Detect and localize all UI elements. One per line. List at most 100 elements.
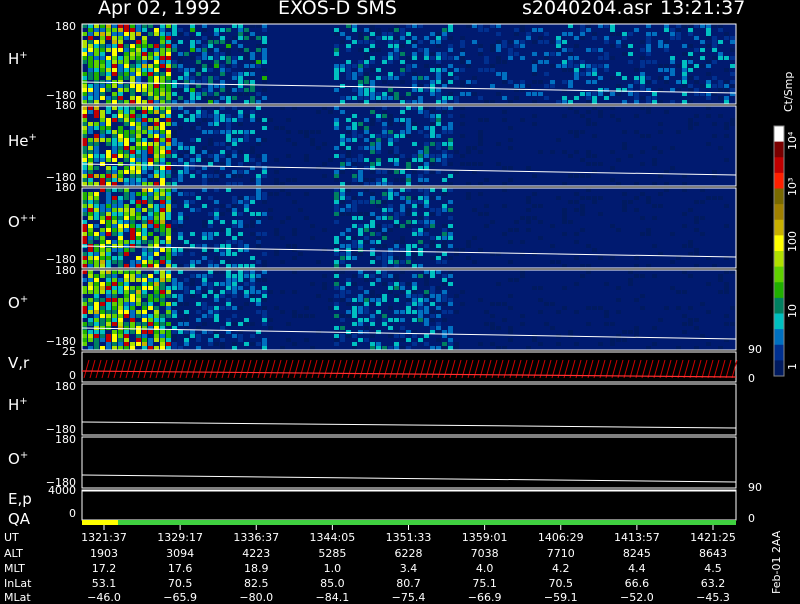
table-label-alt: ALT [4, 547, 23, 560]
rtick-ep-top: 90 [748, 481, 762, 494]
colorbar-segment [774, 251, 784, 268]
colorbar-segment [774, 297, 784, 314]
table-cell: 1.0 [323, 562, 342, 575]
table-cell: 4.5 [704, 562, 722, 575]
ytick-opp-top: 180 [55, 181, 76, 194]
table-cell: 17.6 [167, 562, 193, 575]
table-cell: −66.9 [467, 591, 502, 604]
colorbar-unit: Ct/Smp [782, 71, 795, 112]
panel-label-opp: O++ [8, 213, 37, 231]
colorbar-segment [774, 313, 784, 330]
colorbar-tick-100: 100 [786, 231, 799, 252]
rtick-vr-top: 90 [748, 343, 762, 356]
ytick-qa-bot: 0 [69, 507, 76, 520]
table-cell: 7710 [546, 547, 575, 560]
table-cell: −45.3 [696, 591, 730, 604]
side-version-text: Feb-01 2AA [770, 530, 783, 594]
table-cell: 4.2 [552, 562, 570, 575]
table-cell: 4223 [242, 547, 271, 560]
ytick-o-top: 180 [55, 264, 76, 277]
panel-label-qa: QA [8, 510, 31, 528]
table-cell: 1903 [90, 547, 118, 560]
colorbar-segment [774, 344, 784, 361]
table-label-ut: UT [4, 531, 19, 544]
table-cell: 3.4 [399, 562, 418, 575]
table-cell: 66.6 [624, 577, 650, 590]
table-cell: 4.4 [628, 562, 646, 575]
ytick-ol-top: 180 [55, 433, 76, 446]
panel-label-h: H+ [8, 50, 28, 68]
table-cell: 75.1 [472, 577, 497, 590]
rtick-vr-bot: 0 [748, 372, 755, 385]
colorbar-segment [774, 172, 784, 189]
panel-label-vr: V,r [8, 354, 30, 372]
table-cell: 80.7 [396, 577, 421, 590]
table-cell: 3094 [166, 547, 195, 560]
colorbar-segment [774, 235, 784, 252]
table-cell: 1321:37 [81, 531, 127, 544]
table-cell: −46.0 [87, 591, 121, 604]
colorbar-tick-1e3: 10³ [786, 177, 799, 196]
table-cell: 1421:25 [690, 531, 736, 544]
colorbar-segment [774, 141, 784, 158]
table-cell: 6228 [394, 547, 423, 560]
table-cell: 8245 [622, 547, 651, 560]
table-cell: −59.1 [543, 591, 578, 604]
ytick-he-top: 180 [55, 99, 76, 112]
table-cell: 70.5 [548, 577, 574, 590]
colorbar-tick-1e4: 10⁴ [786, 131, 799, 150]
ytick-h-top: 180 [55, 20, 76, 33]
table-label-inlat: InLat [4, 577, 32, 590]
colorbar-segment [774, 266, 784, 283]
table-cell: 8643 [699, 547, 727, 560]
table-cell: −75.4 [391, 591, 426, 604]
qa-bar-green [118, 520, 736, 525]
table-label-mlat: MLat [4, 591, 31, 604]
panel-label-ep: E,p [8, 490, 32, 508]
table-cell: −65.9 [163, 591, 197, 604]
table-cell: 1413:57 [614, 531, 660, 544]
colorbar-segment [774, 204, 784, 221]
plot-canvas [81, 23, 785, 530]
qa-bar-yellow [82, 520, 118, 525]
panel-label-he: He+ [8, 132, 37, 150]
colorbar-tick-1: 1 [786, 363, 799, 370]
table-cell: 7038 [470, 547, 499, 560]
table-cell: 17.2 [91, 562, 117, 575]
colorbar-tick-10: 10 [786, 304, 799, 318]
panel-label-h-line: H+ [8, 396, 28, 414]
table-cell: 4.0 [475, 562, 494, 575]
table-cell: −84.1 [315, 591, 350, 604]
table-cell: −52.0 [620, 591, 654, 604]
ytick-hl-top: 180 [55, 380, 76, 393]
table-cell: 1329:17 [157, 531, 203, 544]
colorbar-segment [774, 282, 784, 299]
table-cell: 5285 [318, 547, 347, 560]
colorbar-segment [774, 219, 784, 236]
colorbar-segment [774, 329, 784, 346]
table-cell: −80.0 [239, 591, 274, 604]
colorbar-segment [774, 157, 784, 174]
rtick-qa-bot: 0 [748, 512, 755, 525]
panel-label-o: O+ [8, 294, 29, 312]
panel-frame-o-line [81, 436, 737, 489]
table-cell: 85.0 [320, 577, 345, 590]
table-cell: 63.2 [700, 577, 726, 590]
colorbar-segment [774, 360, 784, 377]
table-label-mlt: MLT [4, 562, 25, 575]
table-cell: 1344:05 [309, 531, 356, 544]
table-cell: 70.5 [167, 577, 193, 590]
colorbar-segment [774, 188, 784, 205]
table-cell: 1406:29 [537, 531, 584, 544]
table-cell: 1336:37 [233, 531, 280, 544]
panel-label-o-line: O+ [8, 450, 29, 468]
panel-frame-ep [81, 489, 737, 521]
ytick-ep-top: 4000 [48, 484, 76, 497]
ytick-vr-top: 25 [62, 345, 76, 358]
table-cell: 18.9 [244, 562, 269, 575]
table-cell: 1359:01 [461, 531, 508, 544]
table-cell: 1351:33 [385, 531, 432, 544]
table-cell: 82.5 [244, 577, 269, 590]
colorbar-segment [774, 126, 784, 143]
table-cell: 53.1 [91, 577, 117, 590]
